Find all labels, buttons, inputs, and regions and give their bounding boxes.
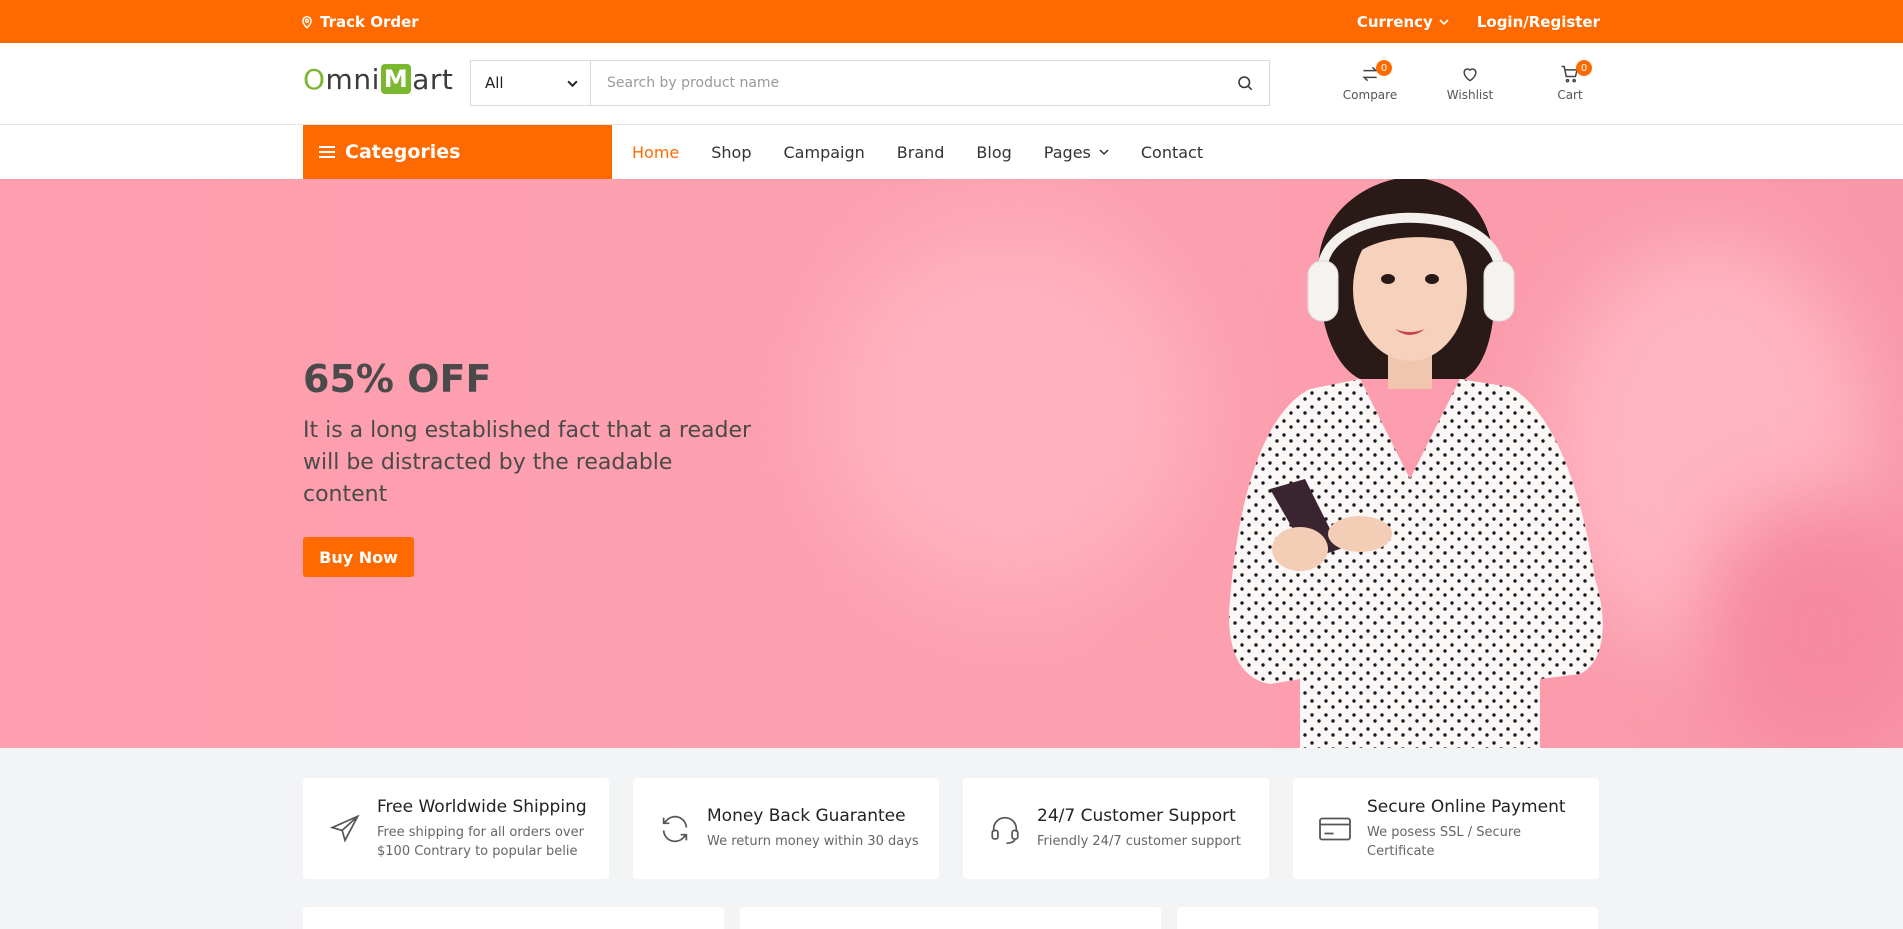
logo-letter-o: O	[303, 62, 326, 96]
promo-card[interactable]	[303, 907, 724, 929]
location-pin-icon	[302, 15, 312, 29]
nav-item-brand[interactable]: Brand	[897, 143, 945, 162]
track-order-link[interactable]: Track Order	[300, 0, 419, 43]
feature-title: Money Back Guarantee	[707, 806, 906, 826]
logo-text-mni: mni	[325, 62, 380, 96]
menu-lines-icon	[319, 146, 335, 158]
plane-icon	[329, 813, 360, 843]
logo-bag-m: M	[380, 64, 412, 94]
feature-description: Free shipping for all orders over $100 C…	[377, 824, 584, 859]
search-bar: All Search by product name	[470, 60, 1270, 106]
currency-label: Currency	[1356, 12, 1433, 31]
promo-card[interactable]	[1177, 907, 1598, 929]
nav-item-campaign[interactable]: Campaign	[784, 143, 865, 162]
feature-card: Money Back Guarantee We return money wit…	[633, 778, 939, 879]
credit-card-icon	[1319, 817, 1351, 840]
nav-item-shop[interactable]: Shop	[711, 143, 751, 162]
promo-card[interactable]	[740, 907, 1161, 929]
feature-card: Free Worldwide Shipping Free shipping fo…	[303, 778, 609, 879]
promo-cards-row	[303, 907, 1598, 929]
nav-item-pages[interactable]: Pages	[1044, 143, 1109, 162]
features-row: Free Worldwide Shipping Free shipping fo…	[303, 778, 1599, 879]
wishlist-button[interactable]: Wishlist	[1420, 60, 1520, 102]
feature-title: Free Worldwide Shipping	[377, 796, 587, 817]
wishlist-label: Wishlist	[1446, 88, 1494, 102]
top-bar: Track Order Currency Login/Register	[0, 0, 1903, 43]
headset-icon	[991, 816, 1019, 844]
chevron-down-icon	[567, 80, 578, 87]
hero-banner: 65% OFF It is a long established fact th…	[0, 179, 1903, 748]
feature-title: Secure Online Payment	[1367, 796, 1566, 817]
main-nav: Categories Home Shop Campaign Brand Blog…	[0, 125, 1903, 179]
search-input[interactable]: Search by product name	[591, 61, 1221, 105]
heart-icon	[1463, 68, 1477, 82]
logo-text-art: art	[412, 62, 454, 96]
chevron-down-icon	[1099, 149, 1109, 156]
hero-title: 65% OFF	[303, 357, 492, 401]
nav-item-blog[interactable]: Blog	[976, 143, 1011, 162]
login-register-link[interactable]: Login/Register	[1477, 13, 1600, 31]
track-order-label: Track Order	[320, 12, 419, 31]
feature-card: 24/7 Customer Support Friendly 24/7 cust…	[963, 778, 1269, 879]
header: Omni Mart All Search by product name 0 Co…	[0, 43, 1903, 125]
chevron-down-icon	[1439, 18, 1449, 25]
nav-item-contact[interactable]: Contact	[1141, 143, 1203, 162]
cart-button[interactable]: 0 Cart	[1520, 60, 1620, 102]
buy-now-button[interactable]: Buy Now	[303, 537, 414, 577]
currency-dropdown[interactable]: Currency	[1357, 13, 1449, 31]
feature-description: We posess SSL / Secure Certificate	[1367, 824, 1521, 859]
categories-label: Categories	[345, 141, 461, 163]
search-placeholder: Search by product name	[607, 75, 780, 91]
hero-description: It is a long established fact that a rea…	[303, 418, 752, 507]
cart-count-badge: 0	[1576, 60, 1592, 76]
feature-card: Secure Online Payment We posess SSL / Se…	[1293, 778, 1599, 879]
search-icon	[1238, 76, 1253, 91]
compare-button[interactable]: 0 Compare	[1320, 60, 1420, 102]
nav-item-home[interactable]: Home	[632, 143, 679, 162]
hero-model-image	[1229, 179, 1603, 748]
feature-title: 24/7 Customer Support	[1037, 806, 1236, 826]
refresh-icon	[662, 815, 688, 842]
compare-label: Compare	[1342, 88, 1398, 102]
compare-count-badge: 0	[1376, 60, 1392, 76]
search-button[interactable]	[1221, 61, 1269, 105]
logo[interactable]: Omni Mart	[303, 59, 453, 99]
search-category-value: All	[485, 74, 504, 92]
categories-button[interactable]: Categories	[303, 125, 612, 179]
nav-item-pages-label: Pages	[1043, 142, 1091, 162]
feature-description: We return money within 30 days	[707, 834, 919, 849]
feature-description: Friendly 24/7 customer support	[1037, 834, 1242, 849]
search-category-select[interactable]: All	[471, 61, 591, 105]
cart-label: Cart	[1557, 88, 1583, 102]
